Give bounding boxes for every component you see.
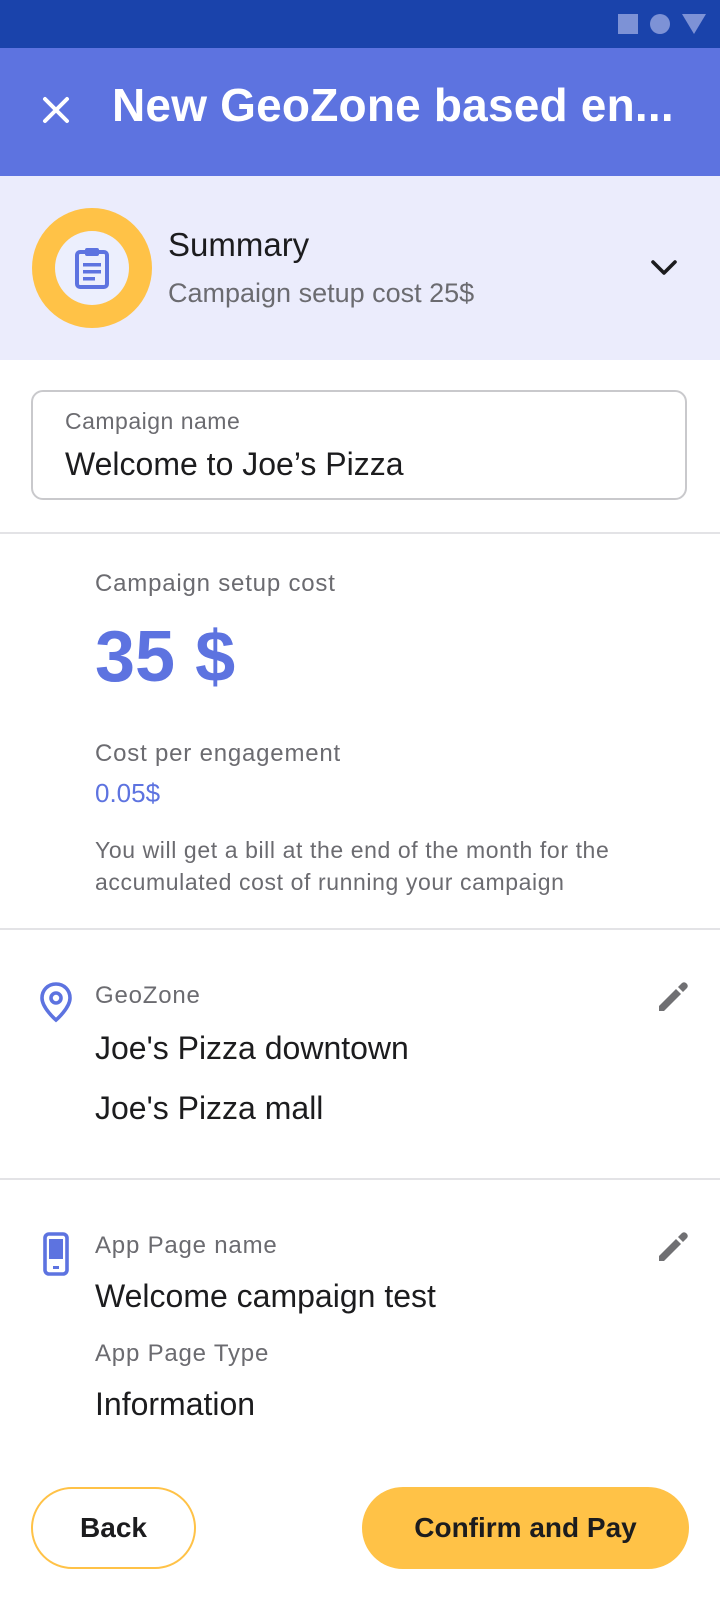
app-bar: New GeoZone based en... — [0, 48, 720, 176]
billing-note: You will get a bill at the end of the mo… — [95, 837, 610, 895]
divider — [0, 532, 720, 534]
confirm-and-pay-button[interactable]: Confirm and Pay — [362, 1487, 689, 1569]
divider — [0, 928, 720, 930]
close-icon — [43, 97, 69, 123]
summary-subtitle: Campaign setup cost 25$ — [168, 278, 475, 308]
setup-cost-value: 35 $ — [95, 617, 236, 697]
engagement-cost-label: Cost per engagement — [95, 740, 342, 767]
campaign-name-field[interactable]: Campaign name Welcome to Joe’s Pizza — [31, 390, 687, 500]
home-icon — [650, 14, 670, 34]
app-page-name-label: App Page name — [95, 1232, 278, 1259]
page-title: New GeoZone based en... — [112, 79, 674, 131]
app-page-type-value: Information — [95, 1386, 256, 1422]
recent-apps-icon — [618, 14, 638, 34]
summary-title: Summary — [168, 226, 310, 263]
pencil-icon[interactable] — [652, 976, 692, 1016]
setup-cost-label: Campaign setup cost — [95, 570, 336, 597]
status-bar — [0, 0, 720, 48]
location-pin-icon — [40, 982, 72, 1023]
app-page-type-label: App Page Type — [95, 1340, 270, 1367]
divider — [0, 1178, 720, 1180]
geozone-item: Joe's Pizza mall — [95, 1090, 324, 1126]
engagement-cost-value: 0.05$ — [95, 778, 161, 808]
clipboard-icon — [75, 248, 109, 289]
app-page-name-value: Welcome campaign test — [95, 1278, 436, 1314]
geozone-item: Joe's Pizza downtown — [95, 1030, 409, 1066]
summary-icon-badge — [32, 208, 152, 328]
back-triangle-icon — [682, 14, 706, 34]
summary-panel[interactable]: Summary Campaign setup cost 25$ — [0, 176, 720, 360]
campaign-name-value[interactable]: Welcome to Joe’s Pizza — [65, 446, 404, 483]
geozone-label: GeoZone — [95, 982, 201, 1009]
system-status-icons — [618, 14, 706, 34]
close-button[interactable] — [30, 84, 82, 136]
phone-icon — [43, 1232, 69, 1276]
chevron-down-icon[interactable] — [644, 248, 684, 288]
campaign-name-label: Campaign name — [65, 408, 241, 434]
back-button[interactable]: Back — [31, 1487, 196, 1569]
pencil-icon[interactable] — [652, 1226, 692, 1266]
